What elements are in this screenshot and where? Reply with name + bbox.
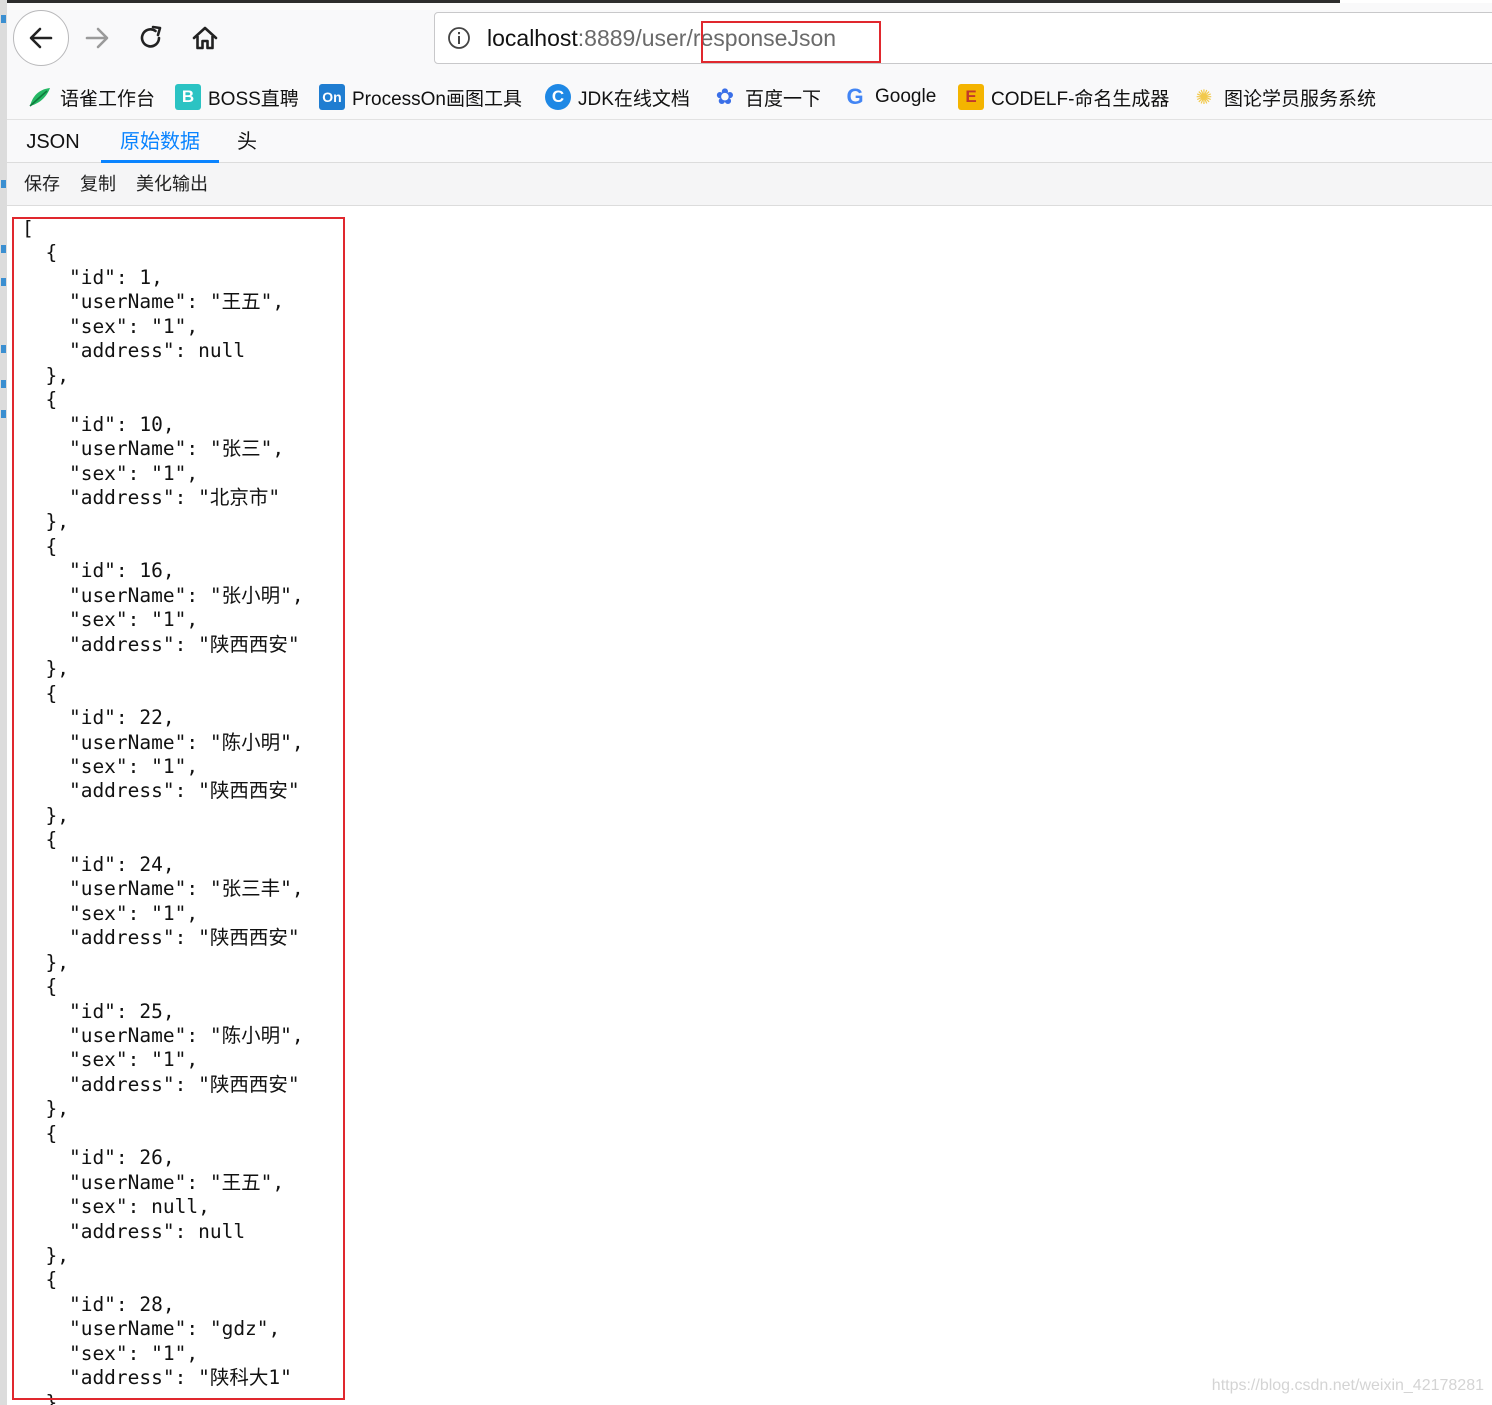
background-window-edge (0, 0, 7, 1405)
bookmarks-bar: 语雀工作台 B BOSS直聘 On ProcessOn画图工具 C JDK在线文… (7, 73, 1492, 120)
bookmark-label: Google (875, 86, 937, 107)
bookmark-baidu[interactable]: ✿ 百度一下 (712, 82, 821, 112)
bookmark-jdk[interactable]: C JDK在线文档 (545, 82, 690, 112)
reload-button[interactable] (123, 10, 179, 66)
baidu-icon: ✿ (715, 84, 735, 109)
url-highlight-box (701, 21, 881, 63)
pretty-print-button[interactable]: 美化输出 (136, 163, 208, 206)
tab-json[interactable]: JSON (19, 120, 87, 163)
url-host: localhost (487, 25, 578, 51)
home-button[interactable] (177, 10, 233, 66)
json-viewer-tabs: JSON 原始数据 头 (7, 120, 1492, 163)
tab-raw-data[interactable]: 原始数据 (101, 120, 219, 163)
back-arrow-icon (29, 27, 53, 49)
bookmark-label: CODELF-命名生成器 (991, 88, 1170, 110)
address-bar[interactable]: localhost:8889/user/responseJson (434, 12, 1492, 64)
bookmark-yuque[interactable]: 语雀工作台 (27, 82, 155, 112)
bookmark-label: 语雀工作台 (60, 88, 156, 110)
bookmark-processon[interactable]: On ProcessOn画图工具 (319, 82, 522, 112)
copy-button[interactable]: 复制 (80, 163, 116, 206)
tab-headers[interactable]: 头 (229, 120, 265, 163)
site-info-icon[interactable] (447, 26, 471, 50)
forward-arrow-icon (85, 27, 109, 49)
back-button[interactable] (13, 10, 69, 66)
reload-icon (140, 25, 162, 48)
bookmark-label: BOSS直聘 (208, 88, 299, 110)
jdk-icon: C (545, 84, 571, 110)
bookmark-google[interactable]: G Google (842, 82, 936, 112)
bookmark-label: JDK在线文档 (578, 88, 690, 110)
bookmark-label: 图论学员服务系统 (1224, 88, 1377, 110)
bookmark-boss[interactable]: B BOSS直聘 (175, 82, 299, 112)
content-highlight-box (12, 217, 345, 1400)
google-icon: G (846, 84, 864, 109)
raw-actions-bar: 保存 复制 美化输出 (7, 163, 1492, 206)
save-button[interactable]: 保存 (24, 163, 60, 206)
forward-button[interactable] (69, 10, 125, 66)
processon-icon: On (319, 84, 345, 110)
boss-icon: B (175, 84, 201, 110)
codelf-icon: E (958, 84, 984, 110)
bookmark-label: ProcessOn画图工具 (352, 88, 522, 110)
yuque-icon (29, 88, 50, 107)
bookmark-label: 百度一下 (745, 88, 822, 110)
home-icon (192, 26, 218, 50)
bookmark-codelf[interactable]: E CODELF-命名生成器 (958, 82, 1169, 112)
browser-window: localhost:8889/user/responseJson 语雀工作台 B… (0, 0, 1492, 1405)
watermark: https://blog.csdn.net/weixin_42178281 (1211, 1377, 1484, 1394)
tulun-icon: ✺ (1195, 86, 1213, 109)
bookmark-tulun[interactable]: ✺ 图论学员服务系统 (1191, 82, 1376, 112)
